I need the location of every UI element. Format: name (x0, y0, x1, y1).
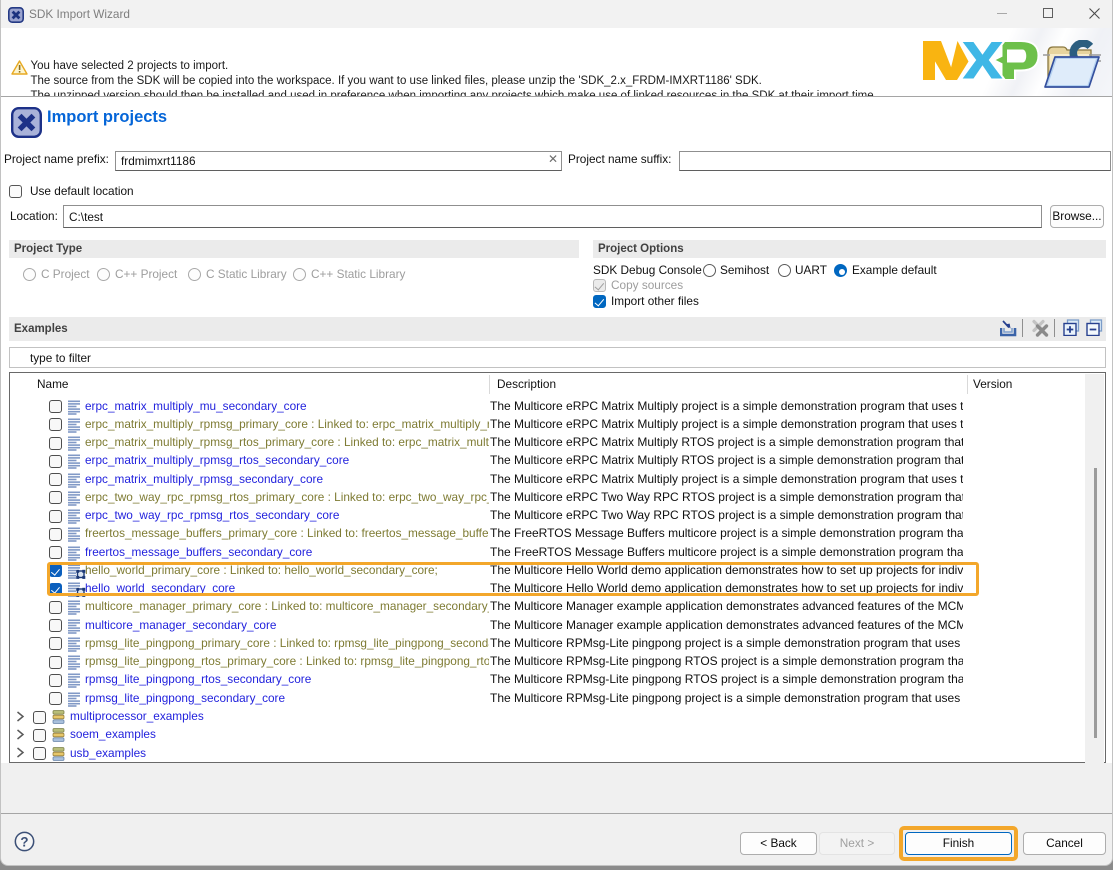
svg-text:?: ? (20, 834, 28, 849)
